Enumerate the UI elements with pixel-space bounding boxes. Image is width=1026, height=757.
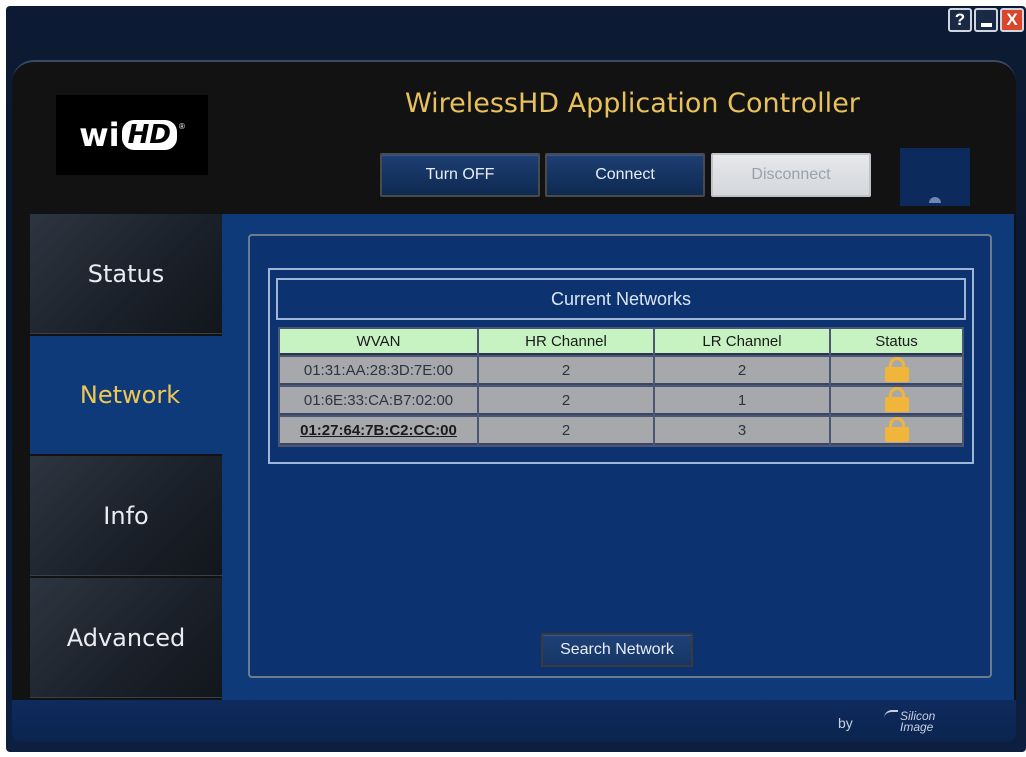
turn-off-button[interactable]: Turn OFF — [380, 153, 540, 197]
current-networks-title: Current Networks — [276, 278, 966, 320]
wihd-logo: wi HD ® — [56, 95, 208, 175]
table-row[interactable]: 01:27:64:7B:C2:CC:00 2 3 — [280, 417, 962, 445]
column-header-hr-channel[interactable]: HR Channel — [479, 329, 653, 355]
silicon-image-swoosh-icon — [884, 710, 898, 720]
column-header-lr-channel[interactable]: LR Channel — [655, 329, 829, 355]
close-button[interactable]: X — [1000, 8, 1024, 32]
minimize-button[interactable] — [974, 8, 998, 32]
silicon-image-logo: Silicon Image — [884, 710, 935, 733]
hr-channel-cell: 2 — [479, 357, 653, 385]
tab-info[interactable]: Info — [30, 456, 222, 576]
footer-bar — [12, 700, 1016, 742]
logo-wi-text: wi — [79, 116, 120, 154]
lock-icon — [884, 387, 910, 413]
minimize-icon — [980, 23, 992, 27]
networks-table: WVAN HR Channel LR Channel Status 01:31:… — [278, 327, 964, 447]
tab-status[interactable]: Status — [30, 214, 222, 334]
signal-indicator — [900, 148, 970, 206]
table-header-row: WVAN HR Channel LR Channel Status — [280, 329, 962, 355]
disconnect-button[interactable]: Disconnect — [711, 153, 871, 197]
signal-icon — [929, 197, 941, 203]
status-cell — [831, 357, 962, 385]
help-button[interactable]: ? — [948, 8, 972, 32]
lr-channel-cell: 1 — [655, 387, 829, 415]
wvan-cell[interactable]: 01:6E:33:CA:B7:02:00 — [280, 387, 477, 415]
status-cell — [831, 417, 962, 445]
logo-hd-text: HD — [121, 120, 177, 150]
column-header-status[interactable]: Status — [831, 329, 962, 355]
lr-channel-cell: 2 — [655, 357, 829, 385]
column-header-wvan[interactable]: WVAN — [280, 329, 477, 355]
lr-channel-cell: 3 — [655, 417, 829, 445]
logo-registered-mark: ® — [178, 121, 185, 131]
tab-network[interactable]: Network — [30, 336, 230, 454]
lock-icon — [884, 357, 910, 383]
table-row[interactable]: 01:6E:33:CA:B7:02:00 2 1 — [280, 387, 962, 415]
hr-channel-cell: 2 — [479, 417, 653, 445]
app-title: WirelessHD Application Controller — [405, 88, 860, 119]
connect-button[interactable]: Connect — [545, 153, 705, 197]
wvan-cell[interactable]: 01:27:64:7B:C2:CC:00 — [280, 417, 477, 445]
window-controls: ? X — [948, 8, 1024, 32]
brand-line-2: Image — [900, 720, 934, 734]
status-cell — [831, 387, 962, 415]
tab-advanced[interactable]: Advanced — [30, 578, 222, 698]
footer-by-label: by — [838, 715, 853, 731]
search-network-button[interactable]: Search Network — [541, 633, 693, 667]
hr-channel-cell: 2 — [479, 387, 653, 415]
lock-icon — [884, 417, 910, 443]
wvan-cell[interactable]: 01:31:AA:28:3D:7E:00 — [280, 357, 477, 385]
table-row[interactable]: 01:31:AA:28:3D:7E:00 2 2 — [280, 357, 962, 385]
